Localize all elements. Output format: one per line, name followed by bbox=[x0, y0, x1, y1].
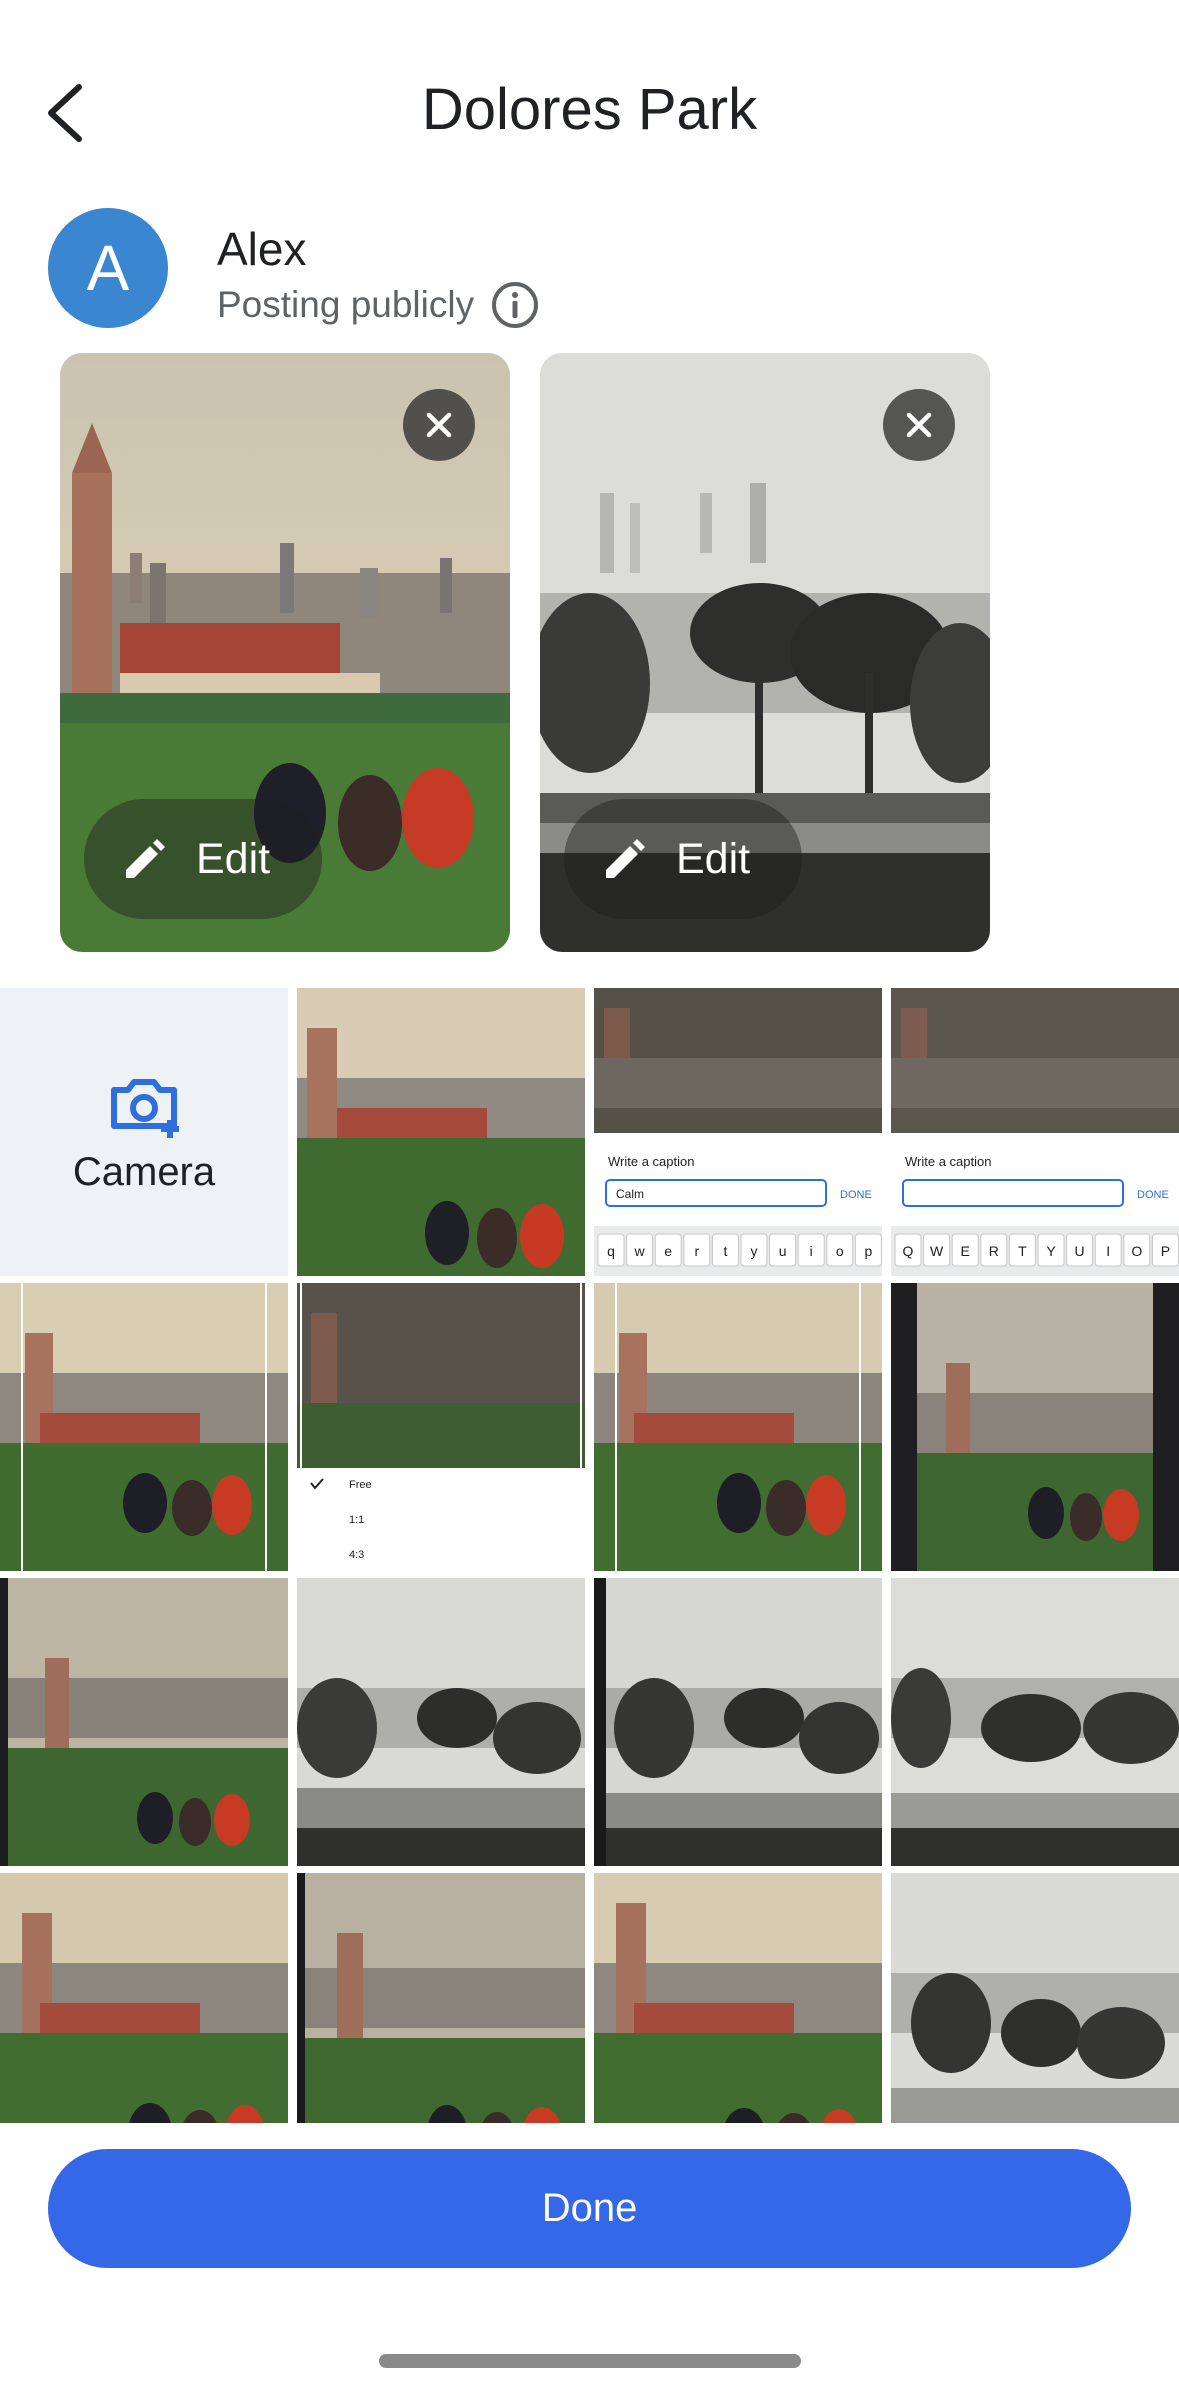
mini-key-label: q bbox=[607, 1243, 615, 1259]
gallery-screenshot-caption[interactable]: Write a caption Calm DONE q w e r t y u i o p bbox=[594, 988, 882, 1276]
remove-photo-button[interactable] bbox=[883, 389, 955, 461]
svg-text:Write a caption: Write a caption bbox=[905, 1154, 991, 1169]
mini-key-label: o bbox=[836, 1243, 844, 1259]
mini-key-label: p bbox=[865, 1243, 873, 1259]
svg-text:4:3: 4:3 bbox=[349, 1549, 364, 1561]
remove-photo-button[interactable] bbox=[403, 389, 475, 461]
posting-visibility: Posting publicly bbox=[217, 280, 540, 330]
gallery-photo[interactable] bbox=[594, 1578, 882, 1866]
mini-key-label: e bbox=[664, 1243, 672, 1259]
mini-key-label: O bbox=[1131, 1243, 1142, 1259]
camera-label: Camera bbox=[72, 1149, 216, 1194]
gallery-photo[interactable] bbox=[891, 1578, 1179, 1866]
mini-key-label: P bbox=[1161, 1243, 1170, 1259]
gallery-photo[interactable] bbox=[297, 988, 585, 1276]
edit-label: Edit bbox=[196, 834, 271, 883]
svg-text:Calm: Calm bbox=[616, 1187, 644, 1201]
add-camera-icon bbox=[111, 1078, 179, 1138]
page-title: Dolores Park bbox=[421, 77, 758, 142]
poster-info: A Alex Posting publicly bbox=[48, 208, 948, 332]
mini-key-label: r bbox=[694, 1243, 699, 1259]
svg-text:DONE: DONE bbox=[840, 1189, 872, 1201]
gallery-photo[interactable] bbox=[297, 1873, 585, 2123]
mini-key-label: y bbox=[751, 1243, 758, 1259]
visibility-label: Posting publicly bbox=[217, 284, 475, 325]
edit-photo-button[interactable]: Edit bbox=[84, 799, 322, 919]
mini-key-label: E bbox=[961, 1243, 970, 1259]
svg-text:Write a caption: Write a caption bbox=[608, 1154, 694, 1169]
close-icon bbox=[426, 412, 452, 438]
mini-key-label: U bbox=[1075, 1243, 1085, 1259]
done-button[interactable]: Done bbox=[48, 2149, 1131, 2268]
edit-photo-button[interactable]: Edit bbox=[564, 799, 802, 919]
mini-key-label: T bbox=[1018, 1243, 1027, 1259]
mini-key-label: i bbox=[810, 1243, 813, 1259]
gallery-photo[interactable] bbox=[297, 1578, 585, 1866]
header: Dolores Park bbox=[0, 0, 1179, 200]
gallery-photo[interactable] bbox=[0, 1873, 288, 2123]
home-indicator bbox=[379, 2354, 801, 2368]
mini-key-label: t bbox=[723, 1243, 727, 1259]
gallery-photo[interactable] bbox=[891, 1873, 1179, 2123]
mini-key-label: Q bbox=[903, 1243, 914, 1259]
mini-key-label: I bbox=[1106, 1243, 1110, 1259]
mini-key-label: W bbox=[930, 1243, 944, 1259]
poster-name: Alex bbox=[217, 223, 307, 275]
add-photos-screen: Dolores Park A Alex Posting publicly Edi… bbox=[0, 0, 1179, 2396]
mini-key-label: w bbox=[634, 1243, 646, 1259]
mini-key-label: Y bbox=[1046, 1243, 1056, 1259]
selected-photo-1[interactable]: Edit bbox=[60, 353, 510, 952]
info-icon[interactable] bbox=[490, 280, 540, 330]
svg-text:DONE: DONE bbox=[1137, 1189, 1169, 1201]
avatar[interactable]: A bbox=[48, 208, 168, 328]
pencil-icon bbox=[126, 839, 165, 878]
gallery-photo[interactable] bbox=[594, 1283, 882, 1571]
gallery-photo[interactable] bbox=[891, 1283, 1179, 1571]
gallery-photo[interactable] bbox=[0, 1578, 288, 1866]
gallery-screenshot-crop[interactable]: Free 1:1 4:3 bbox=[297, 1283, 585, 1571]
gallery-photo[interactable] bbox=[594, 1873, 882, 2123]
gallery-screenshot-caption[interactable]: Write a caption DONE QW E R T Y U I O P bbox=[891, 988, 1179, 1276]
mini-key-label: u bbox=[779, 1243, 787, 1259]
close-icon bbox=[906, 412, 932, 438]
camera-tile[interactable]: Camera bbox=[0, 988, 288, 1276]
gallery-photo[interactable] bbox=[0, 1283, 288, 1571]
svg-text:1:1: 1:1 bbox=[349, 1514, 364, 1526]
pencil-icon bbox=[606, 839, 645, 878]
svg-text:Free: Free bbox=[349, 1479, 372, 1491]
edit-label: Edit bbox=[676, 834, 751, 883]
photo-grid: Camera Write a caption Calm DONE q w e r… bbox=[0, 988, 1179, 2123]
selected-photo-2[interactable]: Edit bbox=[540, 353, 990, 952]
mini-key-label: R bbox=[989, 1243, 999, 1259]
